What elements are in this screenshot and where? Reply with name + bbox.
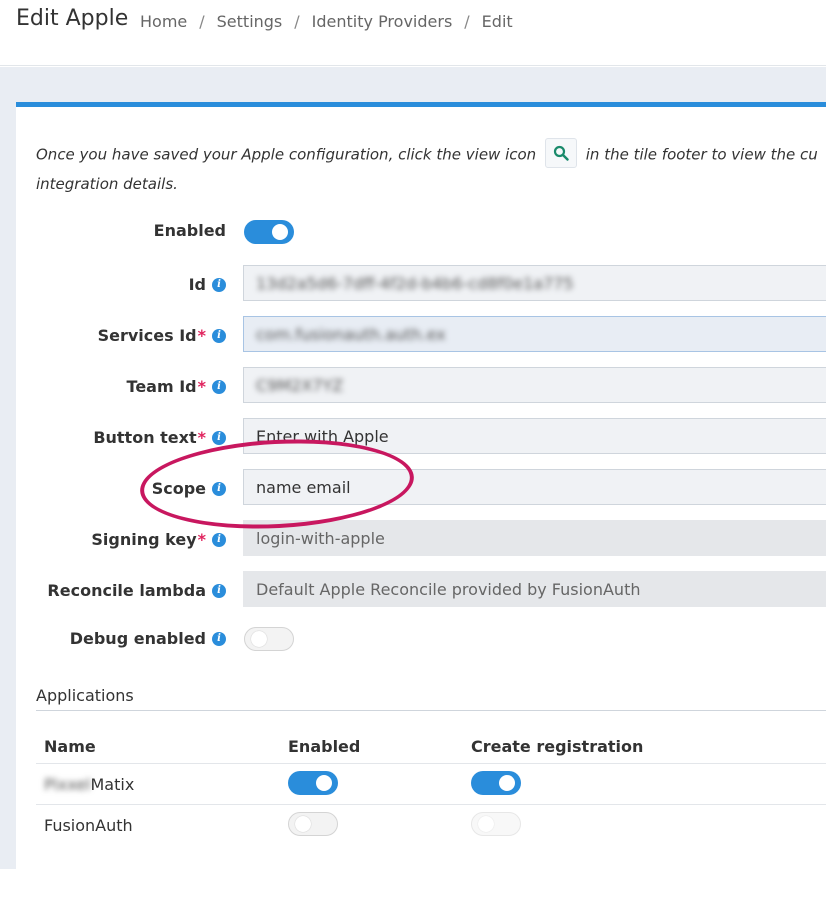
scope-label: Scope i [152,479,226,498]
app-name: Matix [90,775,135,794]
info-icon[interactable]: i [212,631,226,646]
breadcrumb-home[interactable]: Home [140,12,187,31]
intro-text: Once you have saved your Apple configura… [36,138,826,198]
id-value: 13d2a5d6-7dff-4f2d-b4b6-cd8f0e1a775 [256,274,574,293]
table-row-divider [36,804,826,805]
app-name-redacted: Pixxel [44,775,91,794]
reconcile-lambda-value: Default Apple Reconcile provided by Fusi… [256,580,641,599]
breadcrumb-separator: / [199,12,205,31]
team-id-label-text: Team Id [126,377,197,396]
app-enabled-toggle[interactable] [288,771,338,795]
app-name-cell: PixxelMatix [44,775,134,794]
services-id-value: com.fusionauth.auth.ex [256,325,446,344]
scope-label-text: Scope [151,479,206,498]
required-marker: * [197,428,206,447]
signing-key-row: Signing key * i login-with-apple [0,520,826,560]
info-icon[interactable]: i [212,583,226,598]
page-title: Edit Apple [16,6,129,31]
app-name-cell: FusionAuth [44,816,133,835]
info-icon[interactable]: i [212,277,226,292]
reconcile-lambda-row: Reconcile lambda i Default Apple Reconci… [0,571,826,611]
intro-text-before: Once you have saved your Apple configura… [36,145,537,164]
scope-row: Scope i name email [0,469,826,509]
table-row-divider [36,763,826,764]
applications-heading: Applications [36,686,134,705]
required-marker: * [197,326,206,345]
app-enabled-toggle[interactable] [288,812,338,836]
required-marker: * [197,530,206,549]
breadcrumb-separator: / [294,12,300,31]
enabled-row: Enabled [0,218,826,258]
team-id-label: Team Id * i [127,377,226,396]
column-header-name: Name [44,737,96,756]
scope-value: name email [256,478,351,497]
button-text-label: Button text * i [93,428,226,447]
reconcile-lambda-label-text: Reconcile lambda [47,581,206,600]
enabled-toggle[interactable] [244,220,294,244]
services-id-label: Services Id * i [98,326,226,345]
debug-enabled-label-text: Debug enabled [69,629,206,648]
signing-key-label: Signing key * i [91,530,226,549]
info-icon[interactable]: i [212,328,226,343]
intro-text-line2: integration details. [36,175,178,193]
breadcrumb-identity-providers[interactable]: Identity Providers [312,12,453,31]
reconcile-lambda-select[interactable]: Default Apple Reconcile provided by Fusi… [243,571,826,607]
view-icon-sample [544,138,577,168]
signing-key-label-text: Signing key [91,530,197,549]
enabled-label-text: Enabled [153,221,226,240]
button-text-value: Enter with Apple [256,427,389,446]
team-id-row: Team Id * i C9M2X7YZ [0,367,826,407]
debug-enabled-toggle[interactable] [244,627,294,651]
team-id-field[interactable]: C9M2X7YZ [243,367,826,403]
breadcrumb-settings[interactable]: Settings [217,12,283,31]
button-text-label-text: Button text [93,428,197,447]
info-icon[interactable]: i [212,532,226,547]
button-text-field[interactable]: Enter with Apple [243,418,826,454]
app-name: FusionAuth [44,816,133,835]
debug-enabled-label: Debug enabled i [70,629,226,648]
search-icon [553,145,569,161]
signing-key-value: login-with-apple [256,529,385,548]
app-create-registration-toggle [471,812,521,836]
app-create-registration-toggle[interactable] [471,771,521,795]
services-id-field[interactable]: com.fusionauth.auth.ex [243,316,826,352]
applications-divider [36,710,826,711]
services-id-label-text: Services Id [97,326,197,345]
debug-enabled-row: Debug enabled i [0,622,826,662]
id-row: Id i 13d2a5d6-7dff-4f2d-b4b6-cd8f0e1a775 [0,265,826,305]
page-header: Edit Apple Home / Settings / Identity Pr… [0,0,826,66]
intro-text-after: in the tile footer to view the cu [585,145,818,164]
breadcrumb-edit: Edit [481,12,513,31]
enabled-label: Enabled [154,221,226,240]
breadcrumb: Home / Settings / Identity Providers / E… [140,12,513,31]
button-text-row: Button text * i Enter with Apple [0,418,826,458]
column-header-enabled: Enabled [288,737,361,756]
id-label: Id i [189,275,226,294]
scope-field[interactable]: name email [243,469,826,505]
id-label-text: Id [188,275,206,294]
info-icon[interactable]: i [212,430,226,445]
team-id-value: C9M2X7YZ [256,376,344,395]
required-marker: * [197,377,206,396]
info-icon[interactable]: i [212,379,226,394]
column-header-create-registration: Create registration [471,737,644,756]
info-icon[interactable]: i [212,481,226,496]
reconcile-lambda-label: Reconcile lambda i [47,581,226,600]
signing-key-select[interactable]: login-with-apple [243,520,826,556]
breadcrumb-separator: / [464,12,470,31]
services-id-row: Services Id * i com.fusionauth.auth.ex [0,316,826,356]
id-field[interactable]: 13d2a5d6-7dff-4f2d-b4b6-cd8f0e1a775 [243,265,826,301]
